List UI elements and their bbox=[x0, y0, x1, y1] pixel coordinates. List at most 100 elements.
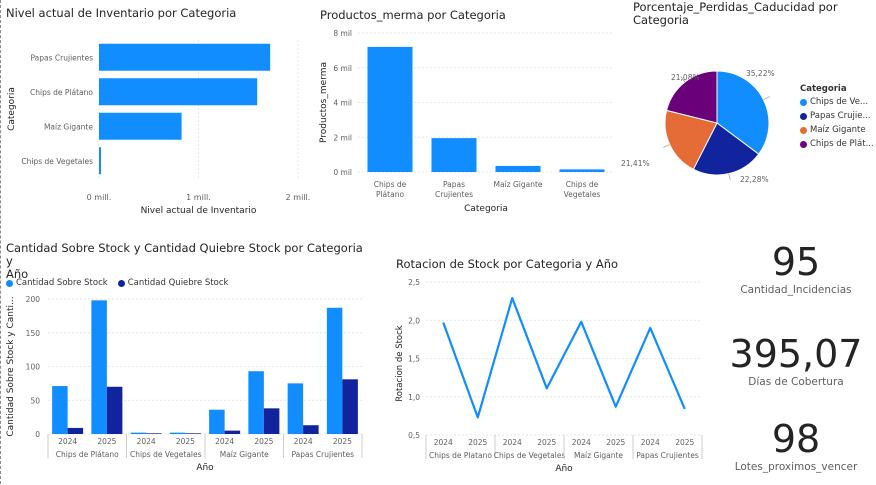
inventory-tick-label: 0 mill. bbox=[87, 193, 112, 202]
rotacion-group-label: Chips de Vegetales bbox=[494, 451, 566, 460]
rotacion-x-axis-title: Año bbox=[555, 464, 573, 474]
rotacion-year-label: 2025 bbox=[468, 438, 487, 447]
merma-category-label: Maíz Gigante bbox=[493, 180, 542, 189]
pie-legend-item[interactable]: Chips de Plát... bbox=[800, 139, 874, 149]
stock-bar-quiebre bbox=[146, 433, 162, 434]
merma-tick-label: 6 mil bbox=[333, 64, 352, 73]
stock-tick-label: 0 bbox=[35, 430, 40, 439]
legend-label: Chips de Ve... bbox=[810, 97, 869, 107]
stock-bar-sobre bbox=[326, 307, 343, 434]
legend-dot bbox=[800, 112, 807, 120]
pie-legend-item[interactable]: Papas Crujie... bbox=[800, 111, 874, 121]
stock-chart-svg: 0 50 100 150 200 2024 2025 2024 2025 2024 2025 2024… bbox=[6, 295, 363, 473]
incidencias-value: 95 bbox=[771, 240, 821, 284]
merma-category-label: Papas Crujientes bbox=[435, 180, 473, 199]
pie-leader-line bbox=[728, 173, 731, 181]
inventory-category-label: Chips de Plátano bbox=[30, 88, 93, 97]
merma-bar bbox=[431, 138, 477, 172]
perdidas-pie-chart[interactable]: Porcentaje_Perdidas_Caducidad por Catego… bbox=[621, 0, 876, 220]
rotacion-year-label: 2024 bbox=[572, 438, 591, 447]
merma-category-label: Chips de Plátano bbox=[374, 180, 407, 199]
merma-chart[interactable]: Productos_merma por Categoria 0 mil 2 mil… bbox=[314, 0, 620, 220]
inventory-tick-label: 1 mill. bbox=[186, 193, 211, 202]
rotacion-group-label: Chips de Platano bbox=[429, 451, 492, 460]
pie-data-label: 21,41% bbox=[621, 159, 650, 168]
inventory-chart-svg: 0 mill. 1 mill. 2 mill. Papas Crujientes Chi… bbox=[7, 40, 311, 216]
stock-bar-quiebre bbox=[185, 433, 201, 434]
stock-bar-quiebre bbox=[342, 379, 358, 434]
stock-bar-sobre bbox=[287, 383, 304, 434]
rotacion-tick-label: 1,5 bbox=[408, 355, 420, 364]
perdidas-legend: Categoria Chips de Ve... Papas Crujie... M… bbox=[800, 84, 874, 153]
legend-label: Papas Crujie... bbox=[810, 111, 871, 121]
stock-bar-sobre bbox=[248, 371, 264, 434]
inventory-x-axis-title: Nivel actual de Inventario bbox=[141, 206, 257, 216]
pie-leader-line bbox=[763, 96, 770, 101]
stock-tick-label: 100 bbox=[26, 363, 41, 372]
stock-year-label: 2025 bbox=[97, 437, 116, 446]
stock-year-label: 2025 bbox=[254, 437, 273, 446]
stock-bar-quiebre bbox=[67, 427, 84, 434]
legend-dot bbox=[800, 140, 807, 148]
stock-tick-label: 150 bbox=[26, 329, 41, 338]
stock-group-label: Chips de Plátano bbox=[56, 450, 119, 459]
stock-year-label: 2024 bbox=[137, 437, 156, 446]
stock-year-label: 2025 bbox=[176, 437, 195, 446]
rotacion-chart[interactable]: Rotacion de Stock por Categoria y Año 0,… bbox=[390, 238, 710, 485]
rotacion-group-label: Maíz Gigante bbox=[574, 451, 623, 460]
merma-tick-label: 4 mil bbox=[333, 99, 352, 108]
rotacion-tick-label: 2,0 bbox=[408, 316, 420, 325]
stock-bar-quiebre bbox=[303, 425, 319, 434]
stock-chart[interactable]: Cantidad Sobre Stock y Cantidad Quiebre … bbox=[0, 238, 372, 485]
inventory-tick-label: 2 mill. bbox=[286, 193, 311, 202]
pie-leader-line bbox=[663, 144, 670, 148]
rotacion-year-label: 2025 bbox=[606, 438, 625, 447]
inventory-category-label: Maíz Gigante bbox=[44, 122, 93, 131]
rotacion-tick-label: 0,5 bbox=[408, 431, 420, 440]
legend-label: Chips de Plát... bbox=[810, 139, 874, 149]
pie-legend-item[interactable]: Chips de Ve... bbox=[800, 97, 874, 107]
inventory-bar bbox=[99, 147, 101, 175]
stock-bar-sobre bbox=[169, 432, 186, 434]
stock-group-label: Chips de Vegetales bbox=[130, 450, 202, 459]
merma-tick-label: 2 mil bbox=[333, 133, 352, 142]
merma-tick-label: 0 mil bbox=[333, 168, 352, 177]
rotacion-group-label: Papas Crujientes bbox=[636, 451, 699, 460]
legend-dot bbox=[800, 126, 807, 134]
inventory-bar bbox=[99, 78, 258, 106]
stock-y-axis-title: Cantidad Sobre Stock y Canti... bbox=[6, 296, 16, 436]
merma-bar bbox=[495, 165, 541, 172]
stock-bar-sobre bbox=[130, 432, 147, 434]
rotacion-year-label: 2025 bbox=[675, 438, 694, 447]
merma-tick-label: 8 mil bbox=[333, 29, 352, 38]
lotes-label: Lotes_proximos_vencer bbox=[734, 461, 858, 473]
stock-bar-quiebre bbox=[263, 408, 280, 434]
incidencias-label: Cantidad_Incidencias bbox=[740, 284, 852, 296]
pie-data-label: 22,28% bbox=[740, 175, 769, 184]
stock-bar-quiebre bbox=[106, 386, 123, 434]
merma-y-axis-title: Productos_merma bbox=[319, 62, 329, 143]
rotacion-tick-label: 2,5 bbox=[408, 278, 420, 287]
stock-year-label: 2024 bbox=[58, 437, 77, 446]
legend-label: Maíz Gigante bbox=[810, 125, 866, 135]
merma-chart-svg: 0 mil 2 mil 4 mil 6 mil 8 mil Chips de Plátano… bbox=[319, 29, 614, 214]
pie-data-label: 21,08% bbox=[671, 73, 700, 82]
rotacion-year-label: 2024 bbox=[434, 438, 453, 447]
stock-bar-sobre bbox=[209, 409, 225, 434]
lotes-value: 98 bbox=[771, 417, 821, 461]
merma-bar bbox=[367, 46, 413, 172]
merma-bar bbox=[559, 169, 605, 172]
inventory-y-axis-title: Categoria bbox=[7, 87, 17, 131]
stock-bar-quiebre bbox=[224, 430, 241, 434]
stock-year-label: 2024 bbox=[215, 437, 234, 446]
cobertura-label: Días de Cobertura bbox=[748, 376, 844, 388]
stock-tick-label: 200 bbox=[26, 295, 41, 304]
rotacion-series-line bbox=[442, 296, 686, 419]
stock-x-axis-title: Año bbox=[196, 463, 214, 473]
rotacion-year-label: 2024 bbox=[641, 438, 660, 447]
inventory-bar bbox=[99, 43, 271, 71]
inventory-chart[interactable]: Nivel actual de Inventario por Categoria… bbox=[0, 0, 310, 220]
inventory-category-label: Chips de Vegetales bbox=[21, 157, 93, 166]
merma-category-label: Chips de Vegetales bbox=[564, 180, 601, 199]
pie-legend-item[interactable]: Maíz Gigante bbox=[800, 125, 874, 135]
